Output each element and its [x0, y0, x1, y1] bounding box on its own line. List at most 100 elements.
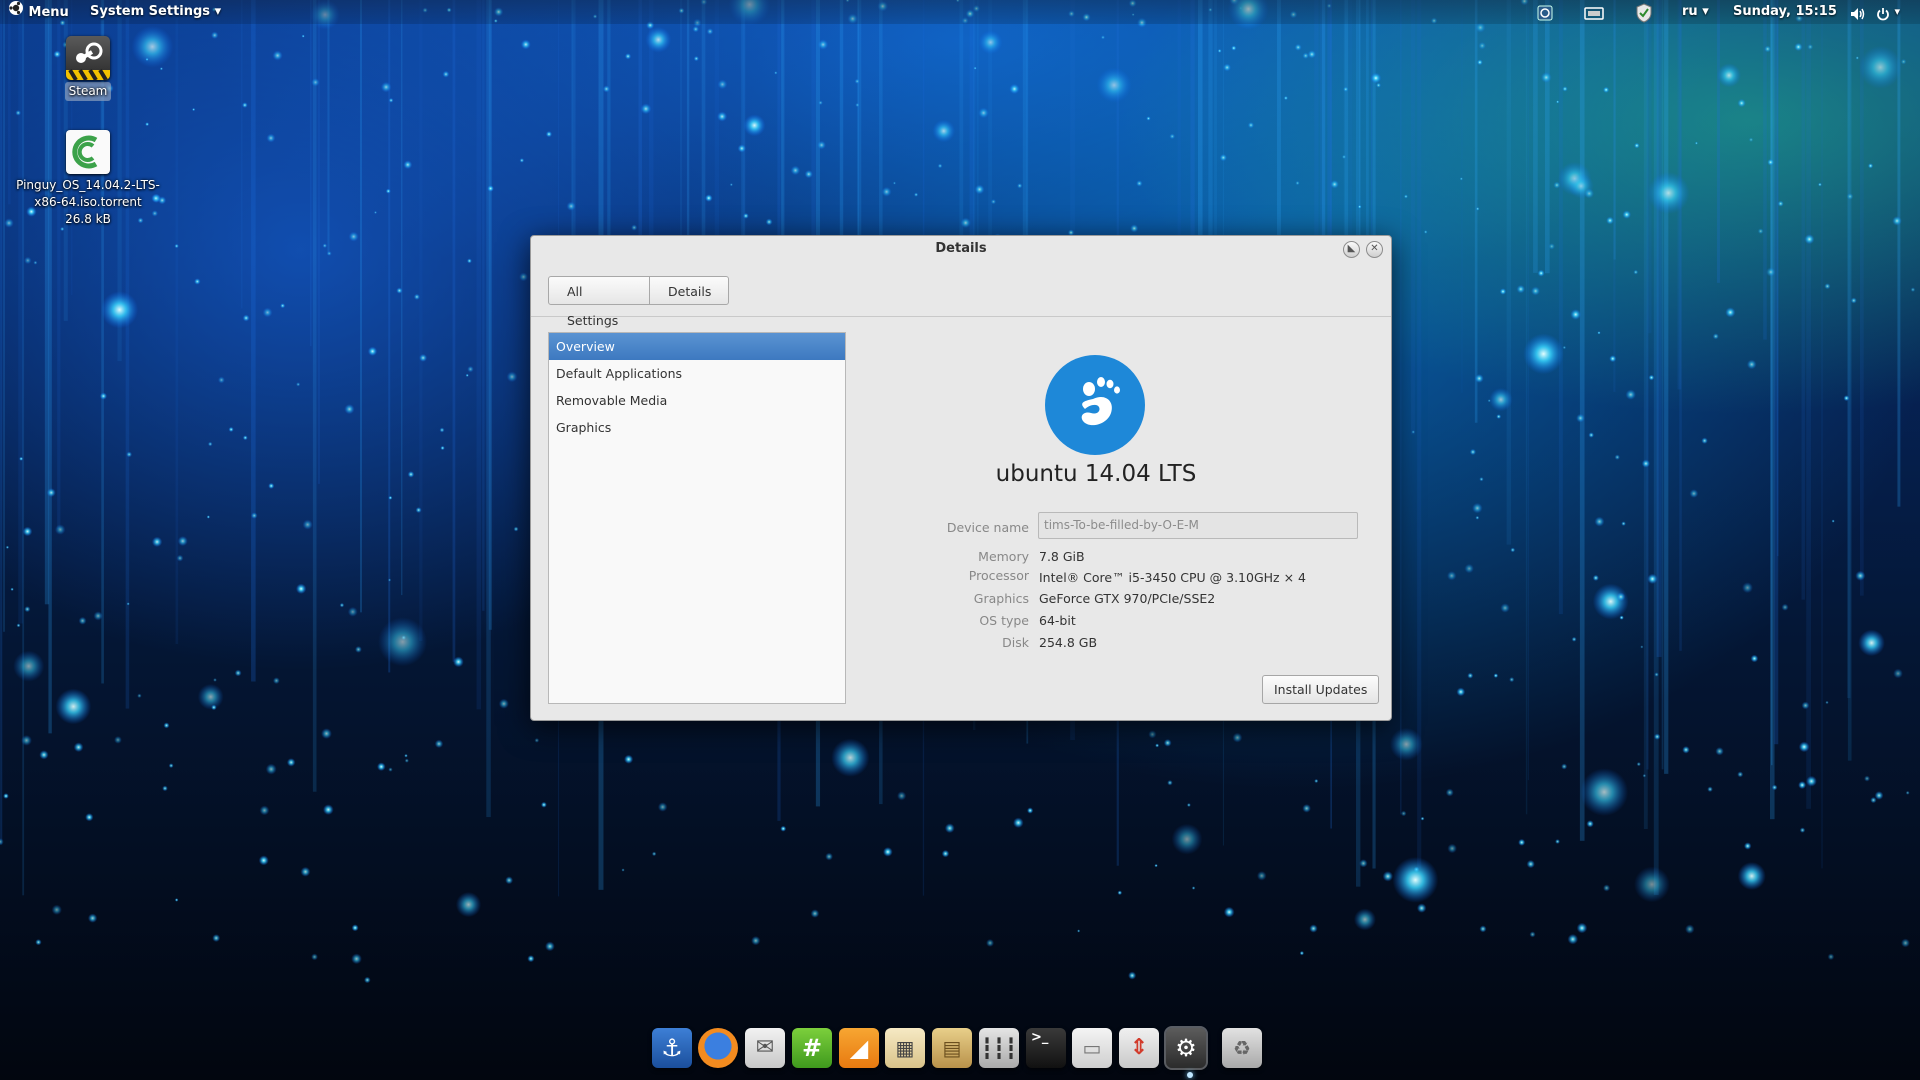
archive-manager-icon[interactable]: ▤: [932, 1028, 972, 1068]
wallpaper-particle: [351, 953, 362, 965]
window-titlebar[interactable]: Details: [531, 236, 1391, 262]
wallpaper-particle: [1570, 309, 1582, 320]
wallpaper-particle: [1556, 100, 1560, 104]
wallpaper-particle: [1874, 791, 1884, 800]
wallpaper-particle: [1464, 563, 1474, 574]
wallpaper-particle: [266, 133, 276, 143]
wallpaper-particle: [388, 495, 393, 500]
wallpaper-particle: [657, 802, 668, 812]
wallpaper-particle: [1077, 929, 1081, 933]
wallpaper-particle: [1294, 43, 1302, 51]
wallpaper-particle: [1616, 592, 1626, 602]
wallpaper-particle: [978, 107, 990, 119]
sidebar-item-default-applications[interactable]: Default Applications: [549, 360, 845, 387]
wallpaper-particle: [1636, 762, 1641, 767]
wallpaper-particle: [465, 373, 469, 377]
wallpaper-particle: [322, 243, 328, 248]
wallpaper-streak: [1558, 0, 1563, 615]
wallpaper-particle: [126, 602, 130, 606]
wallpaper-particle: [322, 804, 334, 815]
wallpaper-particle: [1232, 732, 1243, 743]
app-menu[interactable]: System Settings ▾: [90, 0, 221, 24]
wallpaper-particle: [1330, 179, 1339, 189]
wallpaper-streak: [1461, 0, 1463, 393]
wallpaper-particle: [1594, 516, 1605, 527]
network-icon[interactable]: [1536, 0, 1554, 24]
wallpaper-particle: [1496, 414, 1502, 419]
wallpaper-particle: [1818, 182, 1822, 187]
mail-icon[interactable]: ✉: [745, 1028, 785, 1068]
wallpaper-particle: [212, 934, 221, 943]
wallpaper-particle: [210, 31, 219, 40]
display-icon[interactable]: [1584, 0, 1604, 24]
firefox-icon[interactable]: [698, 1028, 738, 1068]
shield-icon[interactable]: [1635, 0, 1653, 24]
wallpaper-particle: [1748, 137, 1754, 142]
desktop-icon-torrent[interactable]: Pinguy_OS_14.04.2-LTS- x86-64.iso.torren…: [10, 130, 166, 229]
terminal-icon[interactable]: >_: [1026, 1028, 1066, 1068]
menu-button[interactable]: Menu: [8, 0, 69, 24]
wallpaper-particle: [434, 739, 444, 749]
wallpaper-streak: [327, 0, 330, 255]
wallpaper-particle: [1592, 583, 1629, 620]
wallpaper-particle: [87, 913, 98, 923]
wallpaper-particle: [407, 471, 415, 478]
keyboard-layout[interactable]: ru ▾: [1682, 0, 1709, 24]
wallpaper-particle: [1302, 804, 1311, 813]
wallpaper-particle: [207, 441, 213, 447]
wallpaper-particle: [1858, 629, 1885, 657]
wallpaper-streak: [1474, 0, 1478, 423]
wallpaper-particle: [1562, 86, 1568, 92]
wallpaper-particle: [932, 119, 956, 143]
wallpaper-particle: [1013, 817, 1024, 829]
volume-icon[interactable]: [1849, 0, 1865, 24]
wallpaper-particle: [1806, 775, 1817, 787]
wallpaper-particle: [645, 26, 672, 53]
wallpaper-particle: [295, 583, 307, 595]
video-editor-icon[interactable]: ▦: [885, 1028, 925, 1068]
desktop-icon-steam[interactable]: Steam: [55, 36, 121, 101]
clock[interactable]: Sunday, 15:15: [1733, 0, 1837, 24]
disk-label: Disk: [1002, 635, 1029, 650]
wallpaper-particle: [716, 111, 728, 122]
wallpaper-particle: [1128, 971, 1137, 980]
files-icon[interactable]: ▭: [1072, 1028, 1112, 1068]
all-settings-button[interactable]: All Settings: [548, 276, 650, 328]
wallpaper-particle: [1798, 781, 1807, 790]
install-updates-button[interactable]: Install Updates: [1262, 675, 1380, 704]
wallpaper-particle: [1100, 35, 1106, 40]
wallpaper-particle: [46, 488, 56, 498]
details-breadcrumb-button[interactable]: Details: [649, 276, 729, 305]
wallpaper-particle: [986, 938, 995, 947]
vlc-icon[interactable]: ◢: [839, 1028, 879, 1068]
trash-icon[interactable]: ♻: [1222, 1028, 1262, 1068]
wallpaper-particle: [1136, 180, 1143, 187]
wallpaper-particle: [1824, 283, 1831, 290]
wallpaper-particle: [1794, 42, 1803, 52]
wallpaper-particle: [621, 868, 625, 872]
wallpaper-particle: [1447, 843, 1457, 854]
sidebar-item-overview[interactable]: Overview: [549, 333, 845, 360]
wallpaper-particle: [168, 763, 174, 769]
sidebar-item-graphics[interactable]: Graphics: [549, 414, 845, 441]
wallpaper-particle: [301, 34, 305, 38]
minimize-button[interactable]: ◣: [1343, 241, 1360, 258]
sidebar-item-removable-media[interactable]: Removable Media: [549, 387, 845, 414]
hexchat-icon[interactable]: #: [792, 1028, 832, 1068]
wallpaper-streak: [317, 0, 320, 484]
system-settings-icon[interactable]: ⚙: [1164, 1026, 1208, 1070]
wallpaper-particle: [506, 371, 518, 383]
wallpaper-particle: [1602, 86, 1610, 93]
wallpaper-particle: [540, 801, 547, 808]
device-name-field[interactable]: tims-To-be-filled-by-O-E-M: [1038, 512, 1358, 539]
power-menu[interactable]: ▾: [1876, 0, 1900, 24]
close-button[interactable]: ✕: [1366, 241, 1383, 258]
wallpaper-particle: [213, 678, 217, 682]
anchor-icon[interactable]: ⚓: [652, 1028, 692, 1068]
memory-value: 7.8 GiB: [1039, 549, 1085, 564]
mixer-icon[interactable]: ┇┇┇: [979, 1028, 1019, 1068]
wallpaper-particle: [1343, 86, 1349, 92]
wallpaper-particle: [1580, 768, 1629, 816]
software-updater-icon[interactable]: ⇕: [1119, 1028, 1159, 1068]
window-toolbar: All Settings Details: [531, 262, 1391, 328]
